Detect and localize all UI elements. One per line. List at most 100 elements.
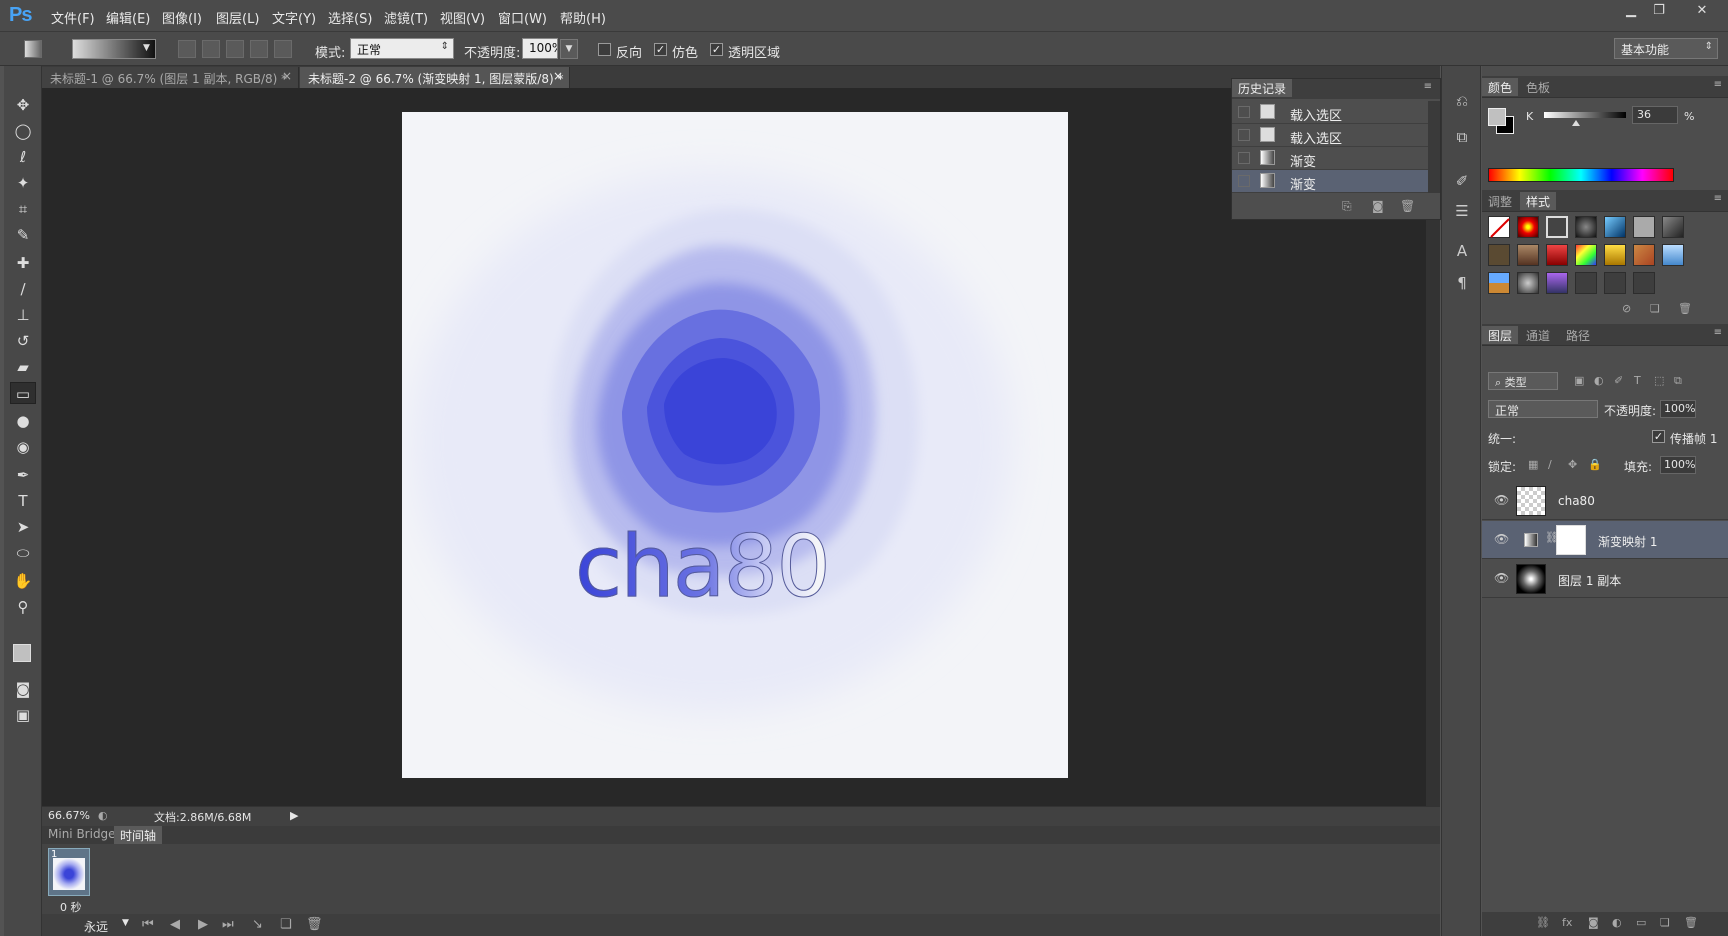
previous-frame-icon[interactable]: ◀ (170, 917, 180, 932)
document-tab-2[interactable]: 未标题-2 @ 66.7% (渐变映射 1, 图层蒙版/8) * × (300, 67, 570, 88)
layer-row[interactable]: 👁 ⛓ 渐变映射 1 (1482, 521, 1728, 559)
clear-style-icon[interactable]: ⊘ (1622, 302, 1631, 315)
style-swatch[interactable] (1488, 272, 1510, 294)
tab-layers[interactable]: 图层 (1482, 326, 1519, 344)
delete-layer-icon[interactable]: 🗑 (1684, 916, 1698, 929)
panel-menu-icon[interactable]: ≡ (1714, 79, 1722, 90)
opacity-input[interactable]: 100% (522, 38, 558, 59)
dodge-tool-icon[interactable]: ◉ (10, 436, 36, 458)
group-icon[interactable]: ▭ (1636, 916, 1646, 929)
fg-color-swatch[interactable] (1488, 108, 1506, 126)
eye-icon[interactable]: 👁 (1494, 532, 1509, 546)
lock-all-icon[interactable]: 🔒 (1588, 458, 1602, 471)
gradient-tool-icon[interactable]: ▭ (10, 382, 36, 404)
reflected-gradient-icon[interactable] (250, 40, 268, 58)
layer-filter-select[interactable]: ⌕ 类型 (1488, 372, 1558, 390)
stamp-tool-icon[interactable]: ⊥ (10, 304, 36, 326)
style-swatch[interactable] (1517, 272, 1539, 294)
tab-channels[interactable]: 通道 (1520, 326, 1556, 344)
layer-row[interactable]: 👁 图层 1 副本 (1482, 560, 1728, 598)
eye-icon[interactable]: 👁 (1494, 493, 1509, 507)
lasso-tool-icon[interactable]: ℓ (10, 146, 36, 168)
style-swatch[interactable] (1604, 216, 1626, 238)
new-layer-icon[interactable]: ❏ (1660, 916, 1670, 929)
tab-adjustments[interactable]: 调整 (1482, 192, 1518, 210)
menu-edit[interactable]: 编辑(E) (106, 8, 150, 27)
layer-mask-thumbnail[interactable] (1556, 525, 1586, 555)
history-checkbox[interactable] (1238, 175, 1250, 187)
filter-fx-icon[interactable]: ✐ (1614, 374, 1623, 387)
close-icon[interactable]: ✕ (1684, 2, 1720, 20)
marquee-tool-icon[interactable]: ◯ (10, 120, 36, 142)
dither-checkbox[interactable]: ✓ (654, 43, 667, 56)
chevron-down-icon[interactable]: ▼ (122, 918, 129, 928)
style-none[interactable] (1488, 216, 1510, 238)
camera-icon[interactable]: ◙ (1372, 199, 1384, 213)
animation-frame[interactable]: 1 (48, 848, 90, 896)
diamond-gradient-icon[interactable] (274, 40, 292, 58)
adjustment-icon[interactable]: ◐ (1612, 916, 1622, 929)
ellipse-tool-icon[interactable]: ⬭ (10, 542, 36, 564)
history-brush-icon[interactable]: ↺ (10, 330, 36, 352)
tab-swatches[interactable]: 色板 (1520, 78, 1556, 96)
menu-filter[interactable]: 滤镜(T) (384, 8, 428, 27)
new-style-icon[interactable]: ❏ (1650, 302, 1660, 315)
brush-tool-icon[interactable]: ∕ (10, 278, 36, 300)
chevron-down-icon[interactable]: ▼ (143, 43, 150, 53)
first-frame-icon[interactable]: ⏮ (142, 917, 154, 932)
history-checkbox[interactable] (1238, 152, 1250, 164)
style-swatch[interactable] (1546, 272, 1568, 294)
document-tab-1[interactable]: 未标题-1 @ 66.7% (图层 1 副本, RGB/8) * × (42, 67, 299, 88)
filter-shape-icon[interactable]: ⬚ (1654, 374, 1664, 387)
menu-view[interactable]: 视图(V) (440, 8, 485, 27)
tab-paths[interactable]: 路径 (1560, 326, 1596, 344)
menu-help[interactable]: 帮助(H) (560, 8, 606, 27)
propagate-frame-checkbox[interactable]: ✓ (1652, 430, 1665, 443)
crop-tool-icon[interactable]: ⌗ (10, 198, 36, 220)
history-item[interactable]: 渐变 (1232, 170, 1428, 193)
radial-gradient-icon[interactable] (202, 40, 220, 58)
pen-tool-icon[interactable]: ✒ (10, 464, 36, 486)
panel-menu-icon[interactable]: ≡ (1424, 81, 1432, 92)
type-tool-icon[interactable]: T (10, 490, 36, 512)
filter-smart-icon[interactable]: ⧉ (1674, 374, 1682, 388)
duplicate-frame-icon[interactable]: ❏ (280, 917, 292, 932)
document-canvas[interactable]: cha80 (402, 112, 1068, 778)
menu-file[interactable]: 文件(F) (51, 8, 95, 27)
new-document-icon[interactable]: ⎘ (1342, 199, 1352, 214)
zoom-level[interactable]: 66.67% (48, 809, 90, 822)
tab-mini-bridge[interactable]: Mini Bridge (42, 826, 122, 844)
style-swatch[interactable] (1633, 244, 1655, 266)
healing-brush-icon[interactable]: ✚ (10, 252, 36, 274)
menu-select[interactable]: 选择(S) (328, 8, 372, 27)
tab-timeline[interactable]: 时间轴 (114, 826, 163, 844)
opacity-dropdown-icon[interactable]: ▼ (560, 39, 578, 59)
move-tool-icon[interactable]: ✥ (10, 94, 36, 116)
filter-type-icon[interactable]: T (1634, 374, 1641, 387)
style-swatch[interactable] (1546, 216, 1568, 238)
path-select-icon[interactable]: ➤ (10, 516, 36, 538)
maximize-icon[interactable]: ❐ (1646, 2, 1672, 20)
transparency-checkbox[interactable]: ✓ (710, 43, 723, 56)
history-title[interactable]: 历史记录 (1232, 79, 1293, 97)
k-value-input[interactable]: 36 (1632, 106, 1678, 124)
linear-gradient-icon[interactable] (178, 40, 196, 58)
blend-mode-select[interactable]: 正常 (1488, 400, 1598, 418)
close-tab-icon[interactable]: × (553, 69, 563, 83)
style-swatch[interactable] (1575, 272, 1597, 294)
tab-styles[interactable]: 样式 (1520, 192, 1557, 210)
delete-frame-icon[interactable]: 🗑 (306, 917, 323, 932)
brush-presets-icon[interactable]: ☰ (1450, 200, 1474, 222)
history-item[interactable]: 载入选区 (1232, 124, 1428, 147)
character-panel-icon[interactable]: A (1450, 240, 1474, 262)
style-swatch[interactable] (1517, 244, 1539, 266)
loop-select[interactable]: 永远 (84, 918, 108, 935)
fill-input[interactable]: 100% (1660, 456, 1696, 474)
trash-icon[interactable]: 🗑 (1400, 199, 1415, 213)
menu-layer[interactable]: 图层(L) (216, 8, 259, 27)
next-frame-icon[interactable]: ⏭ (222, 917, 234, 932)
history-scrollbar[interactable] (1428, 101, 1440, 193)
style-swatch[interactable] (1575, 216, 1597, 238)
style-swatch[interactable] (1633, 272, 1655, 294)
gradient-tool-preset-icon[interactable] (24, 40, 42, 58)
